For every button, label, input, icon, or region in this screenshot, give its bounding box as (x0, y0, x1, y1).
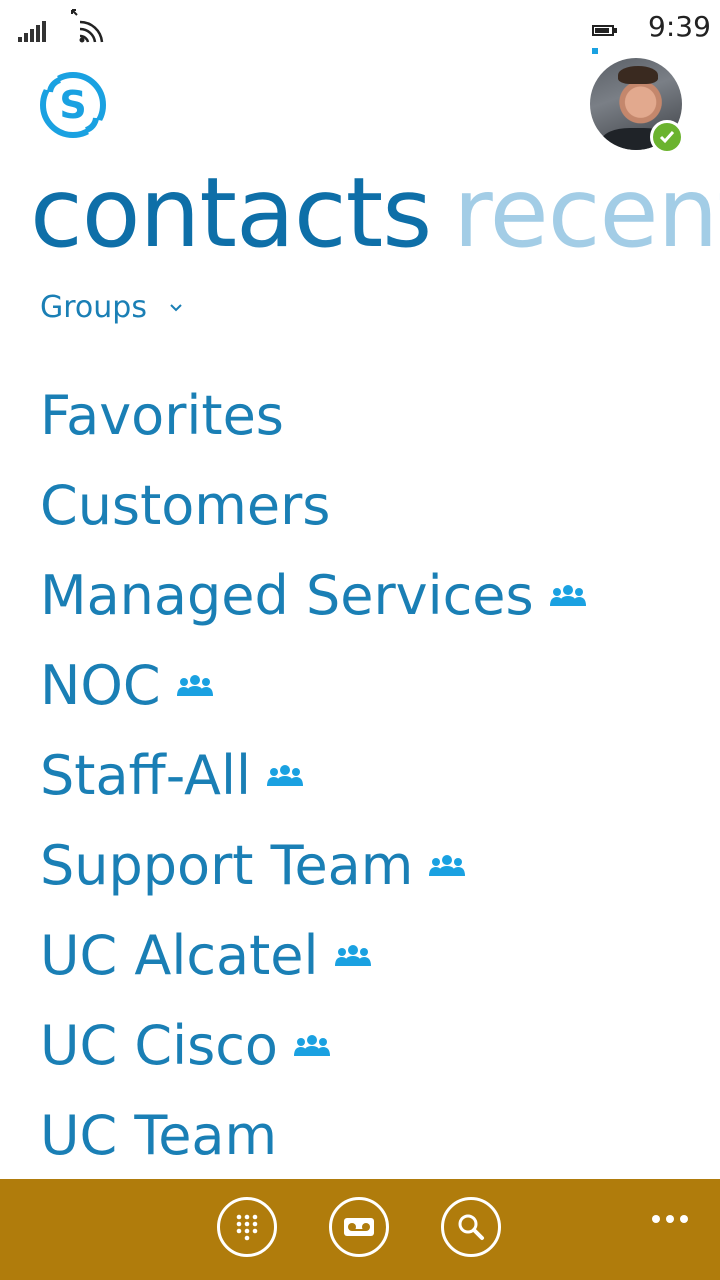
search-icon (458, 1214, 484, 1240)
group-item[interactable]: UC Cisco (40, 1000, 586, 1090)
group-name: Customers (40, 473, 331, 537)
group-item[interactable]: Favorites (40, 370, 586, 460)
group-name: UC Alcatel (40, 923, 319, 987)
skype-icon: S (38, 70, 108, 140)
group-name: Staff-All (40, 743, 251, 807)
wifi-icon (71, 9, 104, 43)
distribution-group-icon (429, 854, 466, 876)
clock: 9:39 (648, 10, 711, 43)
voicemail-button[interactable] (329, 1197, 389, 1257)
group-name: Favorites (40, 383, 284, 447)
search-button[interactable] (441, 1197, 501, 1257)
group-name: Managed Services (40, 563, 534, 627)
svg-text:S: S (59, 83, 86, 127)
pivot-tab-contacts[interactable]: contacts (30, 157, 432, 269)
group-name: Support Team (40, 833, 414, 897)
chevron-down-icon (170, 303, 182, 311)
group-item[interactable]: UC Alcatel (40, 910, 586, 1000)
app-bar (0, 1179, 720, 1280)
group-name: UC Cisco (40, 1013, 278, 1077)
group-item[interactable]: UC Team (40, 1090, 586, 1180)
group-item[interactable]: Support Team (40, 820, 586, 910)
pivot-header: contactsrecent (30, 158, 720, 268)
more-icon[interactable] (652, 1215, 688, 1223)
groups-dropdown[interactable]: Groups (40, 290, 183, 325)
group-item[interactable]: Managed Services (40, 550, 586, 640)
notification-dot (592, 48, 598, 54)
group-item[interactable]: NOC (40, 640, 586, 730)
status-bar: 9:39 (0, 0, 720, 60)
distribution-group-icon (293, 1034, 330, 1056)
distribution-group-icon (334, 944, 371, 966)
presence-available-icon (650, 120, 684, 154)
group-list: Favorites Customers Managed Services NOC… (40, 370, 586, 1180)
voicemail-icon (344, 1218, 374, 1236)
dialpad-icon (236, 1214, 258, 1241)
group-name: UC Team (40, 1103, 278, 1167)
dialpad-button[interactable] (217, 1197, 277, 1257)
group-item[interactable]: Staff-All (40, 730, 586, 820)
distribution-group-icon (549, 584, 586, 606)
distribution-group-icon (176, 674, 213, 696)
group-name: NOC (40, 653, 161, 717)
battery-icon (592, 25, 614, 36)
groups-dropdown-label: Groups (40, 290, 147, 325)
pivot-tab-recent[interactable]: recent (453, 157, 720, 269)
distribution-group-icon (267, 764, 303, 786)
signal-strength-icon (18, 20, 48, 42)
group-item[interactable]: Customers (40, 460, 586, 550)
